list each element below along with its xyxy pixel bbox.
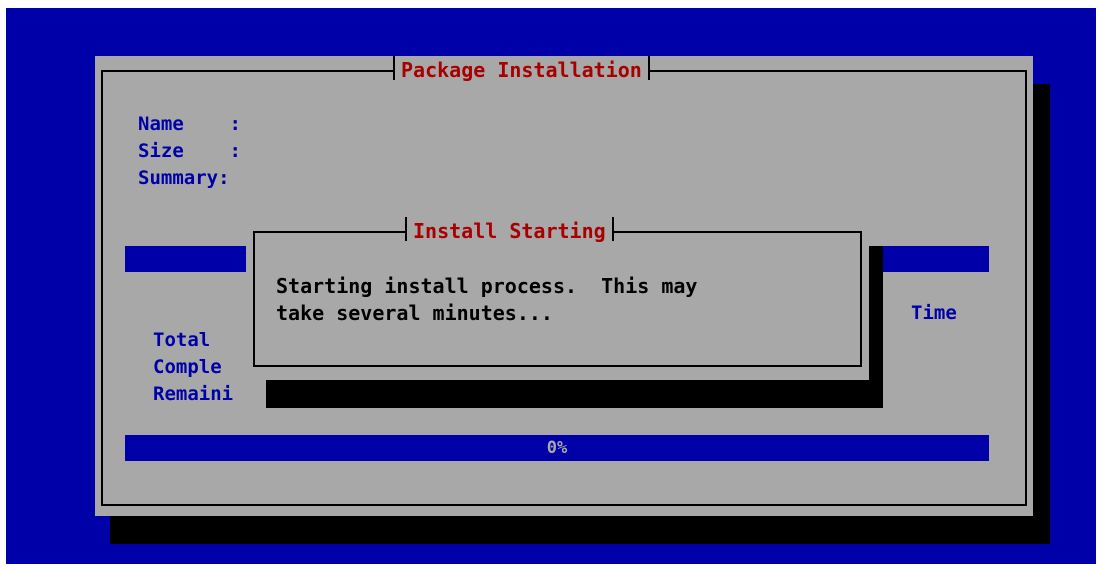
total-label: Total bbox=[153, 329, 211, 351]
install-dialog: Install Starting Starting install proces… bbox=[246, 217, 869, 380]
summary-label: Summary: bbox=[138, 167, 230, 189]
dialog-message-line1: Starting install process. This may bbox=[276, 274, 698, 298]
completed-label: Comple bbox=[153, 356, 222, 378]
install-dialog-frame bbox=[253, 231, 862, 367]
overall-progress-bar: 0% bbox=[125, 435, 989, 461]
size-label: Size : bbox=[138, 140, 241, 162]
main-window-title: Package Installation bbox=[393, 56, 650, 82]
overall-progress-label: 0% bbox=[546, 438, 568, 458]
install-dialog-title: Install Starting bbox=[405, 217, 614, 243]
remaining-label: Remaini bbox=[153, 383, 234, 405]
name-label: Name : bbox=[138, 113, 241, 135]
time-header: Time bbox=[911, 302, 957, 324]
dialog-message-line2: take several minutes... bbox=[276, 301, 553, 325]
